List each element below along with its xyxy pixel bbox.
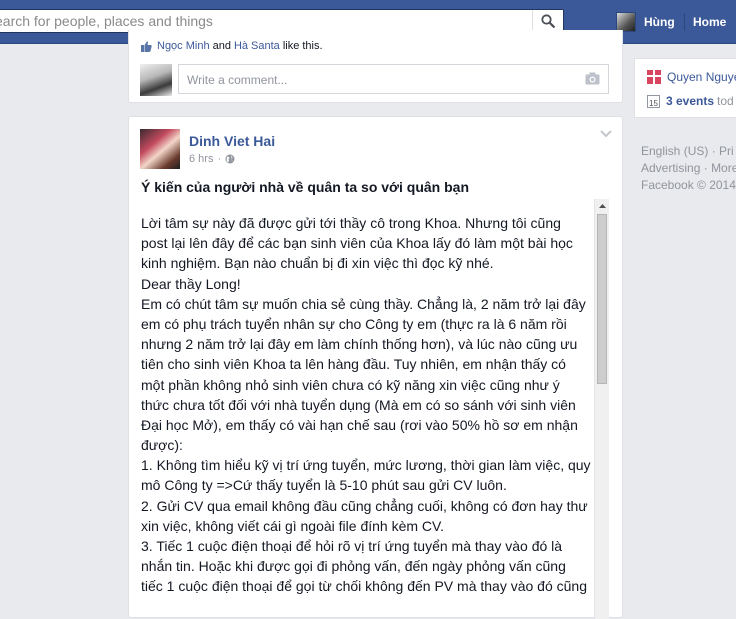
thumbs-up-icon bbox=[141, 40, 152, 52]
likes-suffix: like this. bbox=[282, 40, 323, 52]
privacy-link[interactable]: Pri bbox=[719, 144, 734, 158]
events-reminder[interactable]: 15 3 events tod bbox=[647, 94, 734, 108]
likes-summary: Ngọc Minh and Hà Santa like this. bbox=[141, 40, 323, 52]
scrollbar-thumb[interactable] bbox=[597, 214, 607, 384]
liker-name-1[interactable]: Ngọc Minh bbox=[157, 40, 210, 52]
post-text: Lời tâm sự này đã được gửi tới thầy cô t… bbox=[141, 213, 596, 597]
post-line: kinh nghiệm. Bạn nào chuẩn bị đi xin việ… bbox=[141, 255, 494, 272]
post-line: xin việc, không viết cái gì ngoài file đ… bbox=[141, 517, 444, 534]
nav-divider bbox=[684, 13, 685, 31]
profile-link[interactable]: Hùng bbox=[616, 11, 675, 33]
post-line: Đại học Mở), em thấy có vài hạn chế sau … bbox=[141, 416, 578, 433]
camera-icon[interactable] bbox=[585, 72, 600, 85]
liker-name-2[interactable]: Hà Santa bbox=[234, 40, 280, 52]
post-timestamp[interactable]: 6 hrs bbox=[189, 153, 213, 165]
post-line: 2. Gửi CV qua email không đầu cũng chẳng… bbox=[141, 497, 588, 514]
user-name: Hùng bbox=[644, 15, 675, 29]
post-body: Ý kiến của người nhà về quân ta so với q… bbox=[141, 179, 609, 619]
events-count[interactable]: 3 events bbox=[666, 94, 714, 108]
comment-input[interactable] bbox=[185, 65, 569, 95]
footer-links: English (US) · Pri Advertising · More Fa… bbox=[641, 143, 736, 194]
post-line: post lại lên đây để các bạn sinh viên củ… bbox=[141, 235, 573, 252]
post-line: nhắn tin. Hoặc khi được gọi đi phỏng vấn… bbox=[141, 558, 566, 575]
user-avatar bbox=[616, 12, 636, 32]
post-line: Em có chút tâm sự muốn chia sẻ cùng thầy… bbox=[141, 295, 586, 312]
search-input[interactable] bbox=[0, 10, 525, 32]
previous-post-card: Ngọc Minh and Hà Santa like this. bbox=[128, 30, 623, 103]
post-title: Ý kiến của người nhà về quân ta so với q… bbox=[141, 179, 469, 195]
footer-separator: · bbox=[711, 144, 716, 158]
post-line: Lời tâm sự này đã được gửi tới thầy cô t… bbox=[141, 215, 561, 231]
globe-icon[interactable] bbox=[225, 154, 235, 164]
post-line: một phần không nhỏ sinh viên chưa có kỹ … bbox=[141, 376, 560, 393]
reminders-card: Quyen Nguye 15 3 events tod bbox=[634, 58, 736, 118]
post-line: thức chưa tốt đối với nhà tuyển dụng (Mà… bbox=[141, 396, 576, 413]
post-line: Dear thầy Long! bbox=[141, 275, 241, 292]
post-line: em có phụ trách tuyển nhân sự cho Công t… bbox=[141, 315, 567, 332]
footer-line-1: English (US) · Pri bbox=[641, 143, 736, 160]
post-line: được): bbox=[141, 437, 183, 454]
birthday-name[interactable]: Quyen Nguye bbox=[667, 70, 736, 84]
search-button[interactable] bbox=[532, 10, 563, 32]
post-card: Dinh Viet Hai 6 hrs · Ý kiến của người n… bbox=[128, 116, 623, 619]
post-meta: 6 hrs · bbox=[189, 153, 235, 165]
post-line: nhưng 2 năm trở lại đây em làm chính thố… bbox=[141, 336, 578, 353]
scroll-up-arrow-icon[interactable] bbox=[595, 199, 609, 213]
post-line: tiên cho sinh viên Khoa ta lên hàng đầu.… bbox=[141, 356, 566, 373]
likes-and: and bbox=[212, 40, 231, 52]
post-author[interactable]: Dinh Viet Hai bbox=[189, 133, 275, 149]
post-text-scroll-area[interactable]: Lời tâm sự này đã được gửi tới thầy cô t… bbox=[141, 199, 609, 619]
post-line: mô Công ty =>Cứ thấy tuyển là 5-10 phút … bbox=[141, 477, 507, 494]
post-line: 3. Tiếc 1 cuộc điện thoại để hỏi rõ vị t… bbox=[141, 538, 563, 554]
commenter-avatar bbox=[140, 64, 172, 96]
gift-icon bbox=[647, 70, 661, 84]
advertising-link[interactable]: Advertising bbox=[641, 161, 700, 175]
post-line: 1. Không tìm hiểu kỹ vị trí ứng tuyển, m… bbox=[141, 457, 591, 474]
events-suffix: tod bbox=[717, 94, 734, 108]
home-link[interactable]: Home bbox=[693, 15, 726, 29]
more-link[interactable]: More bbox=[711, 161, 736, 175]
copyright: Facebook © 2014 bbox=[641, 178, 736, 192]
birthday-reminder[interactable]: Quyen Nguye bbox=[647, 70, 736, 84]
chevron-down-icon[interactable] bbox=[600, 130, 612, 138]
meta-separator: · bbox=[217, 153, 222, 165]
comment-box[interactable] bbox=[178, 64, 609, 95]
calendar-icon: 15 bbox=[647, 94, 660, 108]
language-link[interactable]: English (US) bbox=[641, 144, 708, 158]
vertical-scrollbar[interactable] bbox=[594, 199, 609, 619]
search-icon bbox=[541, 14, 555, 28]
post-line: tiếc 1 cuộc điện thoại để gọi từ chối kh… bbox=[141, 578, 587, 595]
author-avatar[interactable] bbox=[140, 129, 180, 169]
footer-separator: · bbox=[703, 161, 708, 175]
footer-line-2: Advertising · More bbox=[641, 160, 736, 177]
